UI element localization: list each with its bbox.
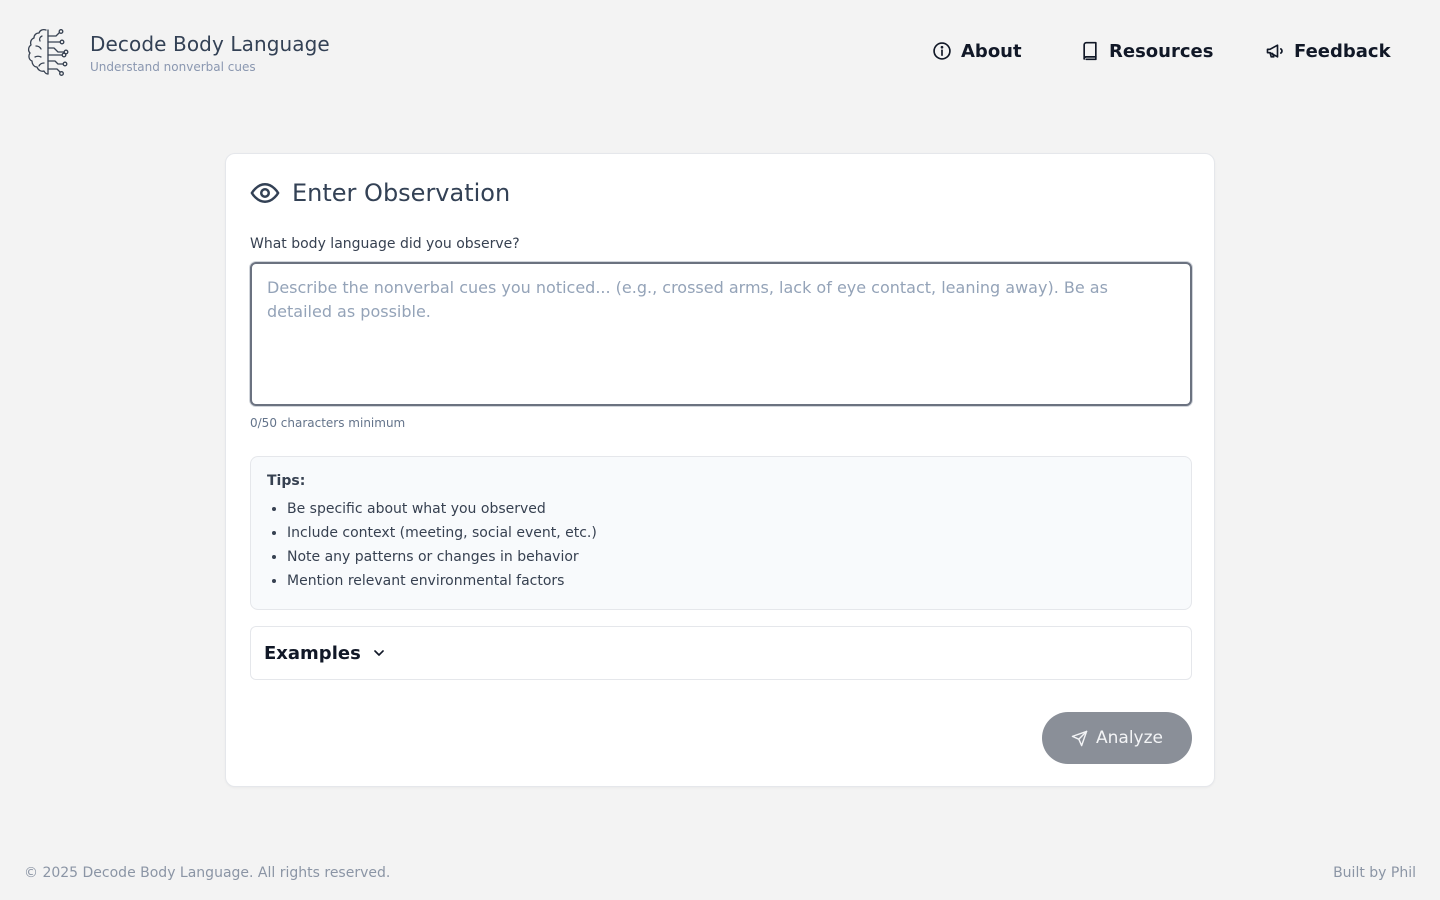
tips-list: Be specific about what you observed Incl… [267, 497, 1175, 593]
tips-panel: Tips: Be specific about what you observe… [250, 456, 1192, 610]
examples-label: Examples [264, 642, 361, 664]
tip-item: Note any patterns or changes in behavior [287, 545, 1175, 569]
info-circle-icon [933, 42, 951, 60]
eye-icon [250, 183, 280, 203]
app-title: Decode Body Language [90, 32, 330, 56]
app-subtitle: Understand nonverbal cues [90, 60, 256, 74]
card-header: Enter Observation [250, 178, 510, 208]
tips-title: Tips: [267, 473, 306, 489]
observation-textarea[interactable] [250, 262, 1192, 406]
examples-toggle[interactable]: Examples [250, 626, 1192, 680]
tip-item: Include context (meeting, social event, … [287, 521, 1175, 545]
tip-item: Be specific about what you observed [287, 497, 1175, 521]
nav-resources[interactable]: Resources [1080, 38, 1213, 64]
nav-about-label: About [961, 40, 1022, 62]
brand-text: Decode Body Language Understand nonverba… [90, 32, 330, 74]
tip-item: Mention relevant environmental factors [287, 569, 1175, 593]
analyze-button[interactable]: Analyze [1042, 712, 1192, 764]
observation-label: What body language did you observe? [250, 236, 520, 252]
nav-resources-label: Resources [1109, 40, 1214, 62]
credit-text: Built by Phil [1333, 865, 1416, 881]
nav-feedback[interactable]: Feedback [1265, 38, 1391, 64]
brand[interactable]: Decode Body Language Understand nonverba… [26, 26, 330, 78]
brain-circuit-icon [27, 28, 69, 76]
analyze-label: Analyze [1096, 728, 1163, 748]
copyright-text: © 2025 Decode Body Language. All rights … [24, 865, 391, 881]
site-header: Decode Body Language Understand nonverba… [0, 0, 1440, 104]
send-icon [1071, 730, 1088, 746]
card-title: Enter Observation [292, 179, 511, 207]
char-counter: 0/50 characters minimum [250, 416, 406, 430]
observation-card: Enter Observation What body language did… [225, 153, 1215, 787]
chevron-down-icon [373, 650, 384, 656]
nav-about[interactable]: About [932, 38, 1022, 64]
megaphone-icon [1266, 44, 1283, 58]
book-icon [1083, 41, 1097, 61]
nav-feedback-label: Feedback [1294, 40, 1391, 62]
